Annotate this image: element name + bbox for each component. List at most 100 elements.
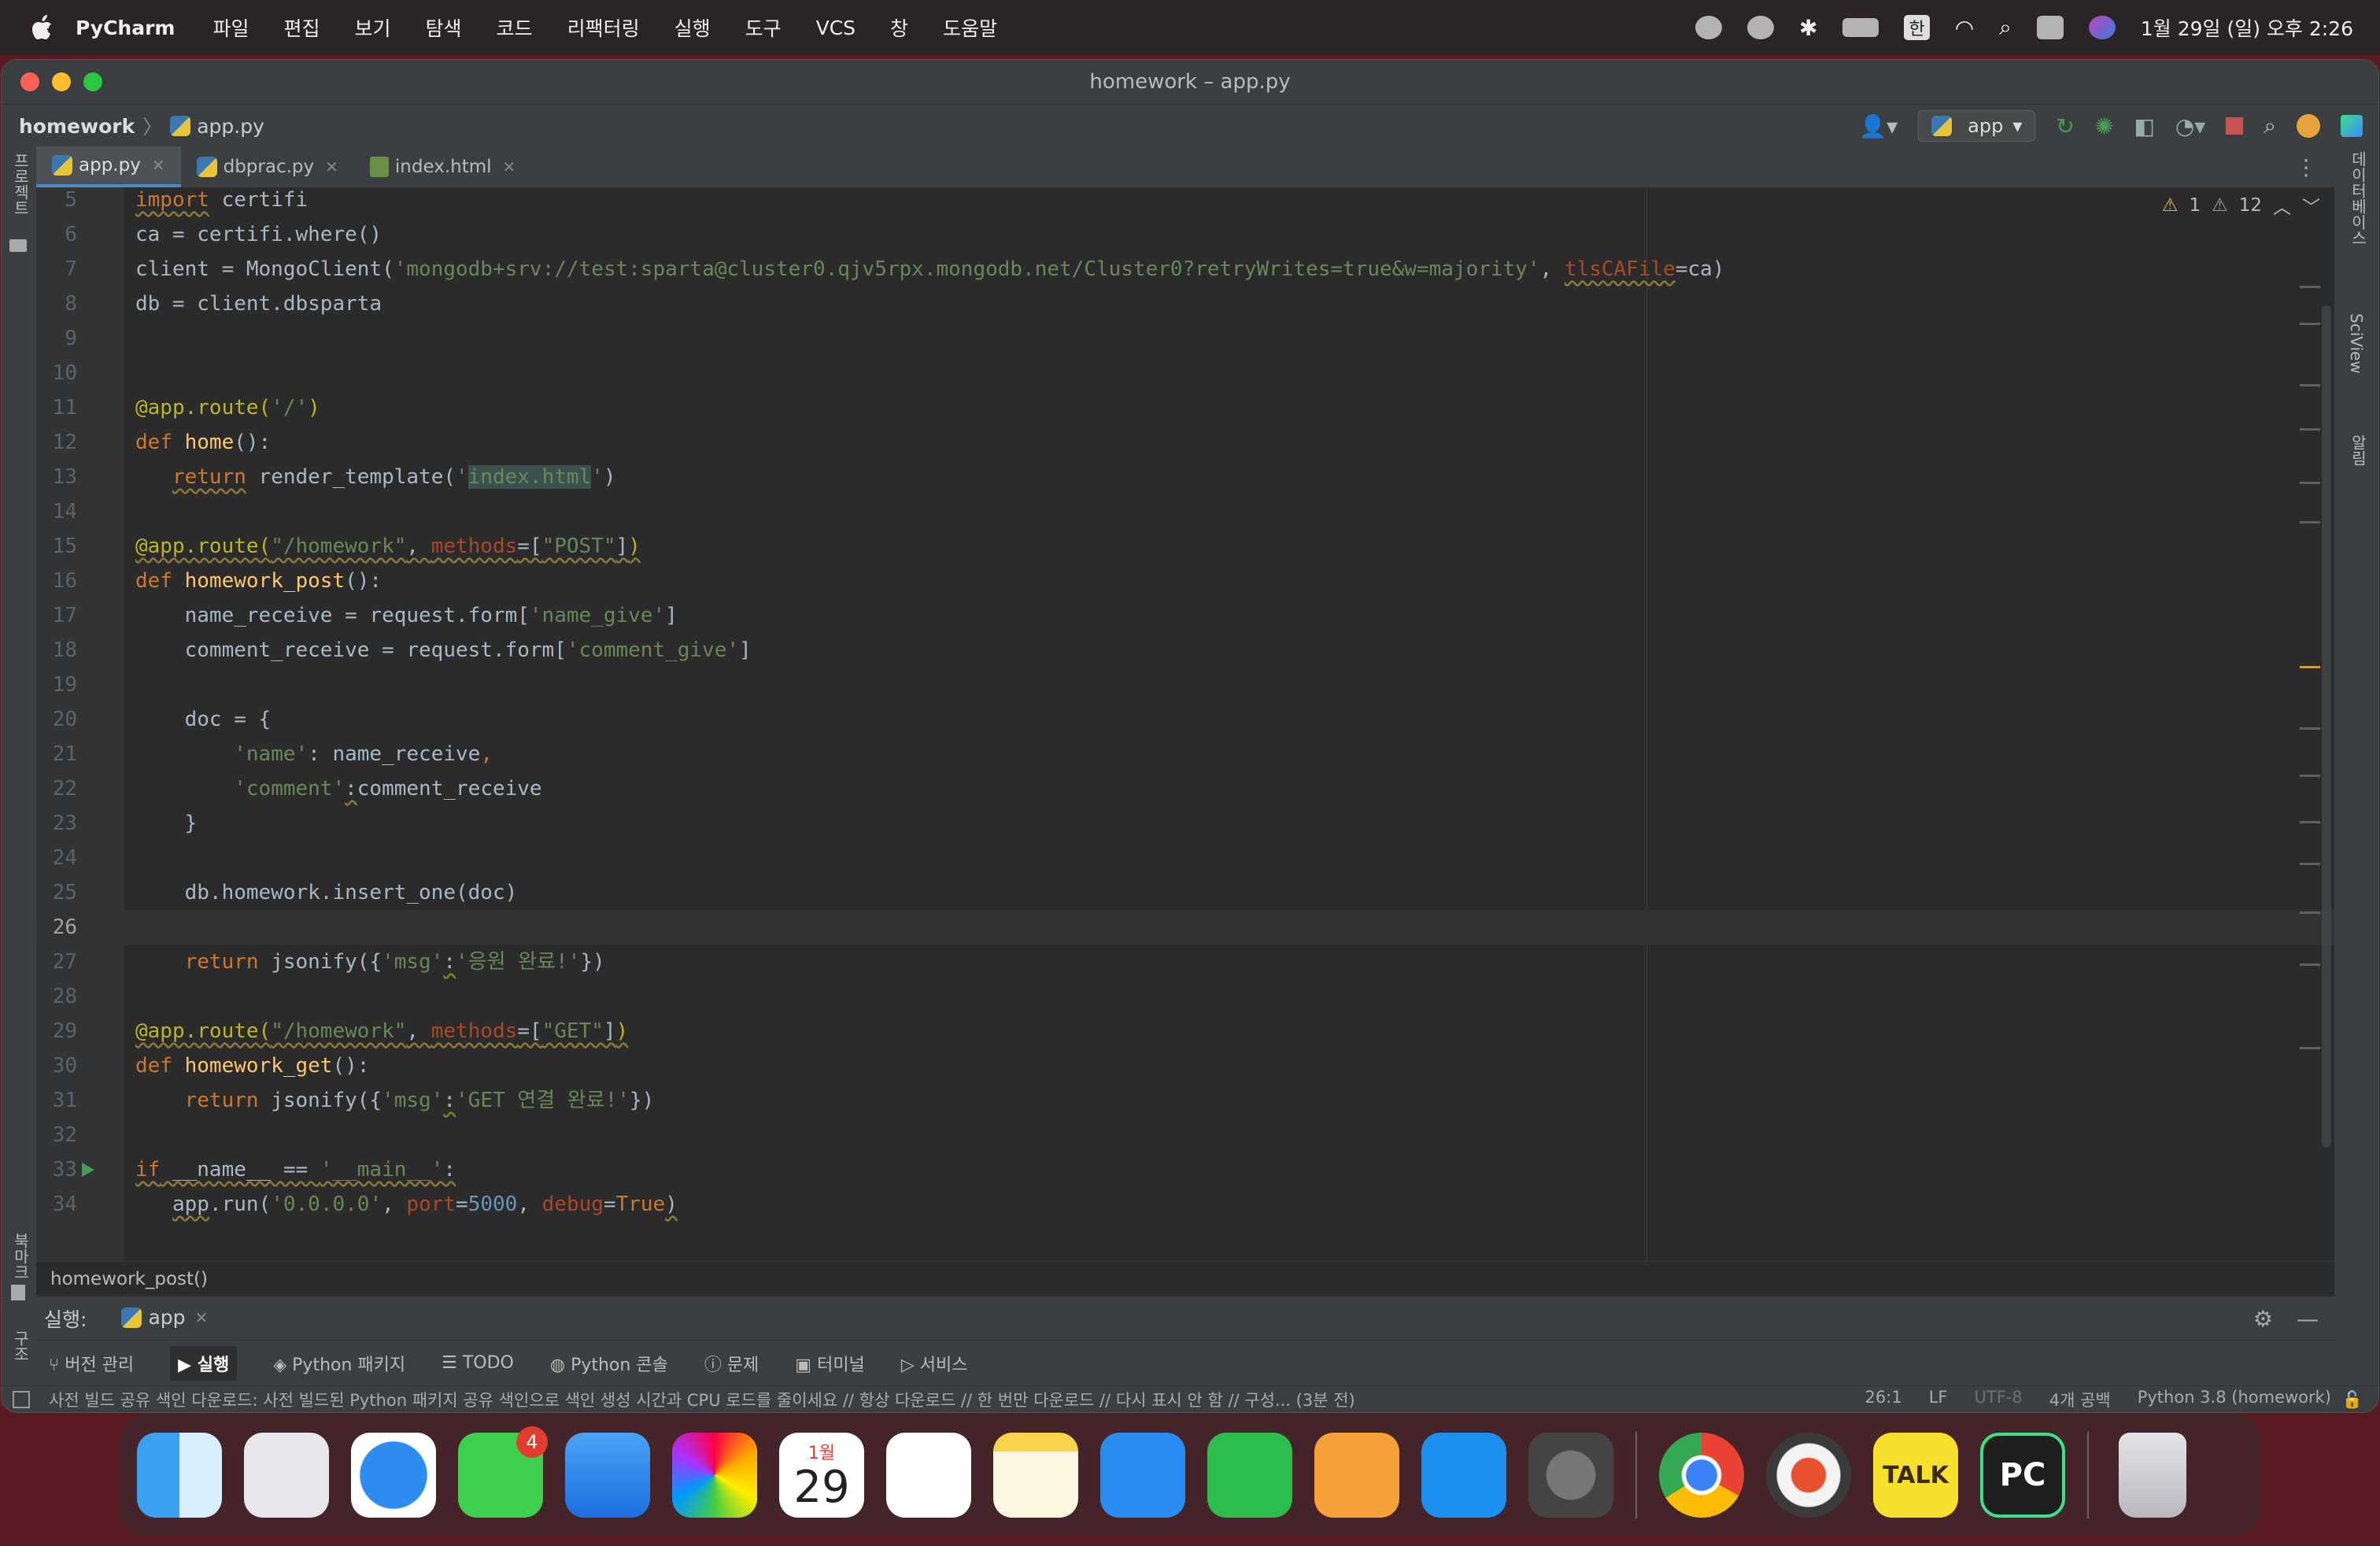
update-icon[interactable] xyxy=(2297,114,2320,138)
next-problem-icon[interactable]: ﹀ xyxy=(2302,192,2320,219)
finder-icon[interactable] xyxy=(137,1433,222,1518)
code-line[interactable]: 32 xyxy=(36,1118,2334,1152)
code-line[interactable]: 8 db = client.dbsparta xyxy=(36,287,2334,321)
line-number[interactable]: 17 xyxy=(36,598,77,633)
chrome-icon[interactable] xyxy=(1659,1433,1744,1518)
line-number[interactable]: 32 xyxy=(36,1118,77,1152)
search-everywhere-icon[interactable]: ⌕ xyxy=(2264,113,2276,139)
code-line[interactable]: 27 return jsonify({'msg':'응원 완료!'}) xyxy=(36,945,2334,979)
cloud-app-icon[interactable] xyxy=(1747,16,1774,39)
breadcrumb-file[interactable]: app.py xyxy=(197,115,264,138)
line-number[interactable]: 12 xyxy=(36,425,77,460)
keynote-icon[interactable] xyxy=(1100,1433,1185,1518)
menu-run[interactable]: 실행 xyxy=(674,13,711,42)
line-number[interactable]: 23 xyxy=(36,806,77,841)
code-line[interactable]: 29 @app.route("/homework", methods=["GET"… xyxy=(36,1014,2334,1049)
code-line[interactable]: 7 client = MongoClient('mongodb+srv://tes… xyxy=(36,252,2334,287)
line-number[interactable]: 27 xyxy=(36,945,77,979)
code-line[interactable]: 31 return jsonify({'msg':'GET 연결 완료!'}) xyxy=(36,1083,2334,1118)
project-tool-button[interactable]: 프로젝트 xyxy=(9,153,32,216)
menu-window[interactable]: 창 xyxy=(890,13,908,42)
line-number[interactable]: 34 xyxy=(36,1187,77,1222)
error-stripe-mark[interactable] xyxy=(2300,774,2320,777)
line-number[interactable]: 14 xyxy=(36,494,77,529)
calendar-icon[interactable]: 1월 29 xyxy=(779,1433,864,1518)
safari-icon[interactable] xyxy=(351,1433,436,1518)
food-app-icon[interactable] xyxy=(1766,1433,1851,1518)
menu-app-name[interactable]: PyCharm xyxy=(76,17,175,39)
code-line[interactable]: 28 xyxy=(36,979,2334,1014)
file-encoding[interactable]: UTF-8 xyxy=(1975,1388,2023,1411)
bluetooth-icon[interactable]: ✱ xyxy=(1799,15,1817,41)
account-icon[interactable]: 👤▾ xyxy=(1859,113,1898,139)
line-number[interactable]: 26 xyxy=(36,910,77,945)
numbers-icon[interactable] xyxy=(1207,1433,1292,1518)
mail-icon[interactable] xyxy=(565,1433,650,1518)
error-stripe-mark[interactable] xyxy=(2300,1047,2320,1049)
previous-problem-icon[interactable]: ︿ xyxy=(2273,192,2291,219)
code-line[interactable]: 30 def homework_get(): xyxy=(36,1049,2334,1083)
error-stripe-mark[interactable] xyxy=(2300,727,2320,730)
kakaotalk-icon[interactable]: TALK xyxy=(1873,1433,1958,1518)
structure-tool-button[interactable]: 구조 xyxy=(9,1330,32,1362)
error-stripe-mark[interactable] xyxy=(2300,820,2320,823)
zoom-window-button[interactable] xyxy=(83,72,102,91)
line-number[interactable]: 31 xyxy=(36,1083,77,1118)
code-line[interactable]: 12 def home(): xyxy=(36,425,2334,460)
code-line[interactable]: 23 } xyxy=(36,806,2334,841)
run-configuration-select[interactable]: app ▾ xyxy=(1918,110,2036,142)
close-tab-icon[interactable]: ✕ xyxy=(195,1308,209,1327)
menu-vcs[interactable]: VCS xyxy=(816,17,856,39)
line-number[interactable]: 6 xyxy=(36,217,77,252)
python-interpreter[interactable]: Python 3.8 (homework) xyxy=(2138,1388,2331,1411)
settings-gear-icon[interactable]: ⚙ xyxy=(2253,1306,2273,1332)
error-stripe-mark[interactable] xyxy=(2300,863,2320,865)
lock-icon[interactable]: 🔓 xyxy=(2342,1390,2363,1410)
menu-navigate[interactable]: 탐색 xyxy=(426,13,462,42)
menu-refactor[interactable]: 리팩터링 xyxy=(567,13,640,42)
line-number[interactable]: 22 xyxy=(36,771,77,806)
profile-icon[interactable]: ◔▾ xyxy=(2175,113,2206,139)
code-line[interactable]: 26 xyxy=(36,910,2334,945)
jetbrains-toolbox-icon[interactable] xyxy=(2341,115,2363,137)
close-window-button[interactable] xyxy=(20,72,39,91)
launchpad-icon[interactable] xyxy=(244,1433,329,1518)
tool-version-control[interactable]: ⑂ 버전 관리 xyxy=(49,1351,134,1376)
line-number[interactable]: 15 xyxy=(36,529,77,564)
apple-menu-icon[interactable] xyxy=(30,14,54,41)
spotlight-search-icon[interactable]: ⌕ xyxy=(1999,14,2012,41)
line-number[interactable]: 11 xyxy=(36,390,77,425)
rerun-icon[interactable]: ↻ xyxy=(2056,113,2074,139)
tab-app-py[interactable]: app.py ✕ xyxy=(36,146,181,187)
line-number[interactable]: 18 xyxy=(36,633,77,668)
tab-options-icon[interactable]: ⋮ xyxy=(2295,154,2317,180)
trash-icon[interactable] xyxy=(2119,1433,2186,1518)
status-message[interactable]: 사전 빌드 공유 색인 다운로드: 사전 빌드된 Python 패키지 공유 색… xyxy=(49,1388,1355,1411)
menubar-clock[interactable]: 1월 29일 (일) 오후 2:26 xyxy=(2141,13,2353,42)
bookmarks-tool-button[interactable]: 북마크 xyxy=(9,1233,32,1280)
error-stripe-mark[interactable] xyxy=(2300,482,2320,485)
code-line[interactable]: 17 name_receive = request.form['name_giv… xyxy=(36,598,2334,633)
line-number[interactable]: 7 xyxy=(36,252,77,287)
code-editor[interactable]: 5 import certifi 6 ca = certifi.where() 7 cli… xyxy=(36,187,2334,1261)
pycharm-icon[interactable]: PC xyxy=(1980,1433,2065,1518)
error-stripe-mark[interactable] xyxy=(2300,427,2320,431)
coverage-icon[interactable]: ◧ xyxy=(2134,113,2154,139)
line-number[interactable]: 21 xyxy=(36,737,77,771)
error-stripe-mark[interactable] xyxy=(2300,912,2320,915)
code-line[interactable]: 22 'comment':comment_receive xyxy=(36,771,2334,806)
debug-icon[interactable]: ✺ xyxy=(2095,113,2113,139)
code-line[interactable]: 14 xyxy=(36,494,2334,529)
error-stripe-mark[interactable] xyxy=(2300,963,2320,966)
line-number[interactable]: 25 xyxy=(36,875,77,910)
pages-icon[interactable] xyxy=(1314,1433,1399,1518)
minimize-window-button[interactable] xyxy=(52,72,71,91)
error-stripe-mark[interactable] xyxy=(2300,521,2320,524)
tool-problems[interactable]: ⓘ 문제 xyxy=(704,1351,759,1376)
line-number[interactable]: 33 xyxy=(36,1152,77,1187)
app-store-icon[interactable] xyxy=(1421,1433,1506,1518)
control-center-icon[interactable] xyxy=(2036,16,2064,39)
menu-view[interactable]: 보기 xyxy=(355,13,391,42)
error-stripe-mark[interactable] xyxy=(2300,666,2320,669)
menu-code[interactable]: 코드 xyxy=(497,13,533,42)
